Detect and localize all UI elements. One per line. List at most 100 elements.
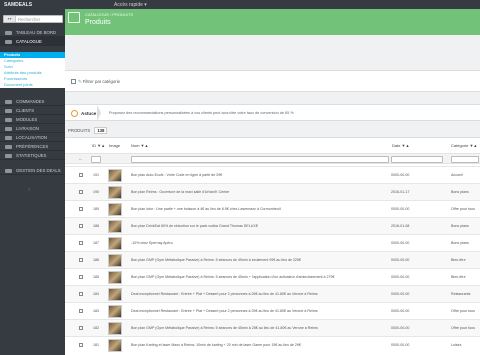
row-category: Restaurants: [451, 292, 471, 296]
row-category: Bons plans: [451, 241, 469, 245]
search-type-dropdown[interactable]: ⌕▾: [4, 16, 16, 22]
row-checkbox[interactable]: [79, 207, 83, 211]
table-row[interactable]: 187 -10% chez Epernay Apéro 0000-00-00 Bons…: [65, 234, 480, 251]
row-name[interactable]: Deal exceptionnel Restaurant : Entrée + …: [131, 309, 389, 313]
catalog-icon: [5, 39, 12, 44]
product-thumbnail: [108, 270, 122, 284]
products-count: PRODUITS 138: [68, 127, 108, 134]
row-name[interactable]: Bon plan lotor : Une partie + une boisso…: [131, 207, 389, 211]
table-row[interactable]: 186 Bon plan GMP (Gym Métabolique Passive…: [65, 251, 480, 268]
filter-category-input[interactable]: [451, 156, 479, 163]
row-date: 2016-01-08: [391, 224, 410, 228]
sidebar-item-preferences[interactable]: PRÉFÉRENCES: [0, 142, 65, 151]
row-category: Bons plans: [451, 190, 469, 194]
row-id: 181: [93, 343, 99, 347]
product-thumbnail: [108, 202, 122, 216]
quick-access-menu[interactable]: Accès rapide ▾: [114, 2, 147, 8]
page-header: CATALOGUE / PRODUITS Produits: [65, 9, 480, 35]
search-box[interactable]: ⌕▾ Rechercher: [3, 15, 63, 23]
row-checkbox[interactable]: [79, 241, 83, 245]
table-row[interactable]: 188 Bon plan DrinkEat 60% de réduction su…: [65, 217, 480, 234]
row-category: Offre pour tous: [451, 207, 475, 211]
deals-icon: [5, 168, 12, 173]
table-row[interactable]: 184 Deal exceptionnel Restaurant : Entrée…: [65, 285, 480, 302]
filter-date-input[interactable]: [391, 156, 443, 163]
sidebar-item-catalog[interactable]: CATALOGUE: [0, 37, 65, 46]
sidebar-item-customers[interactable]: CLIENTS: [0, 106, 65, 115]
row-name[interactable]: Deal exceptionnel Restaurant : Entrée + …: [131, 292, 389, 296]
table-row[interactable]: 191 Bon plan Auto-Ecole : Votre Code en l…: [65, 166, 480, 183]
table-header-row: ID ▼▲ Image Nom ▼▲ Date ▼▲ Catégorie ▼▲: [65, 143, 480, 151]
row-checkbox[interactable]: [79, 173, 83, 177]
row-name[interactable]: Bon plan Reims : Ouverture de la maxi sa…: [131, 190, 389, 194]
search-input[interactable]: Rechercher: [18, 17, 40, 22]
row-name[interactable]: Bon plan GMP (Gym Métabolique Passive) à…: [131, 275, 389, 279]
product-thumbnail: [108, 321, 122, 335]
product-thumbnail: [108, 236, 122, 250]
row-name[interactable]: Bon plan DrinkEat 60% de réduction sur l…: [131, 224, 389, 228]
table-row[interactable]: 181 Bon plan Karting et laser Maxx à Reim…: [65, 336, 480, 353]
sidebar-collapse-handle[interactable]: ≡: [28, 187, 30, 192]
filter-name-input[interactable]: [131, 156, 389, 163]
filter-id-input[interactable]: [91, 156, 101, 163]
table-row[interactable]: 185 Bon plan GMP (Gym Métabolique Passive…: [65, 268, 480, 285]
sidebar-item-dashboard[interactable]: TABLEAU DE BORD: [0, 28, 65, 37]
row-checkbox[interactable]: [79, 309, 83, 313]
row-id: 186: [93, 258, 99, 262]
row-id: 189: [93, 207, 99, 211]
filter-by-category-checkbox[interactable]: [71, 79, 76, 84]
row-name[interactable]: -10% chez Epernay Apéro: [131, 241, 389, 245]
column-header-category[interactable]: Catégorie ▼▲: [451, 143, 477, 148]
sidebar-item-shipping[interactable]: LIVRAISON: [0, 124, 65, 133]
table-row[interactable]: 182 Bon plan GMP (Gym Métabolique Passive…: [65, 319, 480, 336]
tip-text: Proposez des recommandations personnalis…: [109, 111, 294, 115]
row-checkbox[interactable]: [79, 190, 83, 194]
table-filter-row: --: [65, 153, 480, 164]
product-thumbnail: [108, 253, 122, 267]
row-id: 187: [93, 241, 99, 245]
shop-name[interactable]: SAMDEALS: [4, 2, 32, 8]
column-header-id[interactable]: ID ▼▲: [92, 143, 105, 148]
row-name[interactable]: Bon plan Auto-Ecole : Votre Code en lign…: [131, 173, 389, 177]
submenu-attachments[interactable]: Document joints: [0, 82, 65, 88]
table-row[interactable]: 183 Deal exceptionnel Restaurant : Entrée…: [65, 302, 480, 319]
sidebar-item-stats[interactable]: STATISTIQUES: [0, 151, 65, 160]
row-checkbox[interactable]: [79, 292, 83, 296]
row-date: 0000-00-00: [391, 173, 410, 177]
row-date: 0000-00-00: [391, 343, 410, 347]
row-category: Accueil: [451, 173, 463, 177]
table-row[interactable]: 190 Bon plan Reims : Ouverture de la maxi…: [65, 183, 480, 200]
row-category: Offre pour tous: [451, 326, 475, 330]
tip-banner: Astuce Proposez des recommandations pers…: [65, 104, 480, 121]
row-name[interactable]: Bon plan GMP (Gym Métabolique Passive) à…: [131, 258, 389, 262]
row-checkbox[interactable]: [79, 258, 83, 262]
sidebar-item-localization[interactable]: LOCALISATION: [0, 133, 65, 142]
product-thumbnail: [108, 304, 122, 318]
sidebar-item-orders[interactable]: COMMANDES: [0, 97, 65, 106]
row-date: 0000-00-00: [391, 326, 410, 330]
bulk-select-dash[interactable]: --: [79, 156, 82, 161]
breadcrumb[interactable]: CATALOGUE / PRODUITS: [85, 12, 133, 17]
shipping-icon: [5, 126, 12, 131]
product-thumbnail: [108, 185, 122, 199]
column-header-date[interactable]: Date ▼▲: [392, 143, 409, 148]
top-bar: SAMDEALS Accès rapide ▾: [0, 0, 480, 9]
row-name[interactable]: Bon plan Karting et laser Maxx à Reims: …: [131, 343, 389, 347]
row-id: 183: [93, 309, 99, 313]
modules-icon: [5, 117, 12, 122]
row-checkbox[interactable]: [79, 326, 83, 330]
row-checkbox[interactable]: [79, 275, 83, 279]
row-date: 0000-00-00: [391, 275, 410, 279]
row-checkbox[interactable]: [79, 224, 83, 228]
catalog-logo-icon: [68, 12, 80, 23]
column-header-name[interactable]: Nom ▼▲: [131, 143, 148, 148]
column-header-image: Image: [109, 143, 121, 148]
row-name[interactable]: Bon plan GMP (Gym Métabolique Passive) à…: [131, 326, 389, 330]
filter-by-category-label[interactable]: ✎ Filtrer par catégorie: [78, 79, 120, 85]
sidebar-item-deals[interactable]: GESTION DES DEALS: [0, 166, 65, 175]
product-thumbnail: [108, 219, 122, 233]
table-row[interactable]: 189 Bon plan lotor : Une partie + une boi…: [65, 200, 480, 217]
row-checkbox[interactable]: [79, 343, 83, 347]
row-date: 0000-00-00: [391, 241, 410, 245]
sidebar-item-modules[interactable]: MODULES: [0, 115, 65, 124]
